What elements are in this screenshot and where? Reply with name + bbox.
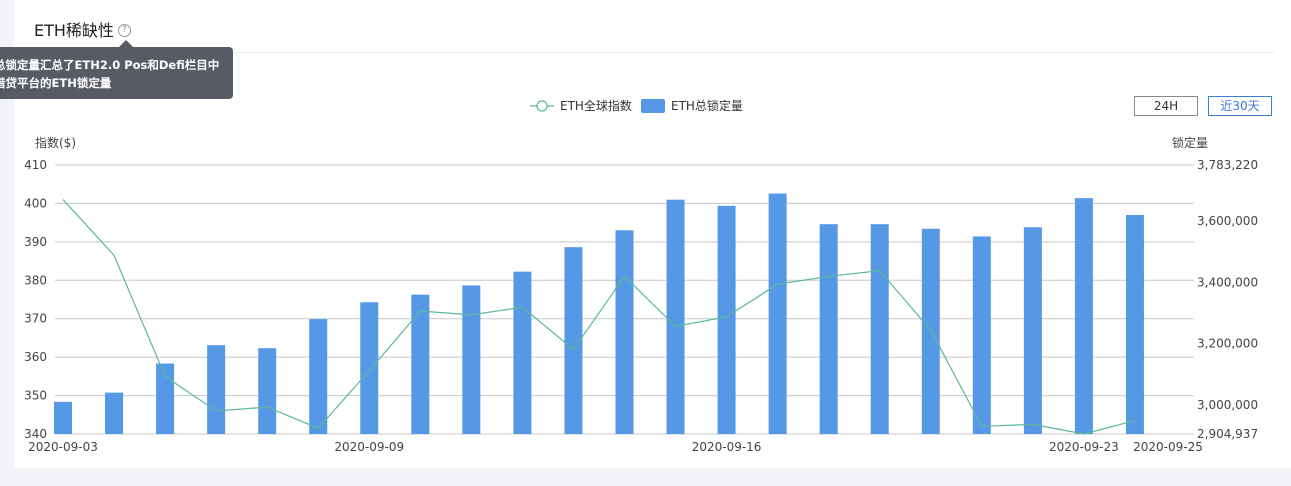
legend-bar-label: ETH总锁定量 — [671, 98, 743, 113]
bar-2020-09-10 — [411, 294, 430, 434]
question-circle-icon[interactable]: ? — [117, 23, 131, 37]
bar-2020-09-11 — [462, 285, 481, 434]
right-axis-tick-label: 3,783,220 — [1197, 158, 1258, 172]
bar-2020-09-12 — [513, 271, 532, 434]
bar-2020-09-07 — [258, 348, 277, 434]
tooltip-line-2: 借贷平台的ETH锁定量 — [0, 76, 112, 90]
index-line — [62, 199, 1136, 435]
bar-2020-09-22 — [1023, 227, 1042, 434]
bar-2020-09-05 — [156, 363, 175, 434]
section-header: ETH稀缺性 ? — [34, 14, 131, 44]
bar-2020-09-09 — [360, 302, 379, 434]
help-tooltip: 总锁定量汇总了ETH2.0 Pos和Defi栏目中 借贷平台的ETH锁定量 — [0, 47, 233, 99]
left-axis-tick-label: 350 — [24, 389, 47, 403]
bar-2020-09-13 — [564, 247, 583, 434]
left-axis-tick-label: 340 — [24, 427, 47, 441]
x-tick-label: 2020-09-23 — [1049, 440, 1119, 454]
left-axis-title: 指数($) — [35, 135, 76, 150]
bar-2020-09-20 — [921, 228, 940, 434]
x-tick-label: 2020-09-25 — [1133, 440, 1203, 454]
x-tick-label: 2020-09-09 — [334, 440, 404, 454]
left-axis-tick-label: 410 — [24, 158, 47, 172]
legend-line-label: ETH全球指数 — [560, 98, 632, 113]
bar-2020-09-16 — [717, 205, 736, 434]
left-axis-tick-label: 400 — [24, 196, 47, 210]
legend-line-marker — [536, 100, 548, 112]
bar-2020-09-24 — [1125, 214, 1144, 434]
x-tick-label: 2020-09-16 — [692, 440, 762, 454]
bar-2020-09-21 — [972, 236, 991, 434]
bar-2020-09-14 — [615, 230, 634, 434]
left-axis-tick-label: 360 — [24, 350, 47, 364]
right-axis-tick-label: 3,400,000 — [1197, 275, 1258, 289]
bar-2020-09-19 — [870, 224, 889, 434]
left-axis-tick-label: 390 — [24, 235, 47, 249]
range-24h-button[interactable]: 24H — [1134, 96, 1198, 116]
bar-2020-09-18 — [819, 224, 838, 434]
bar-2020-09-15 — [666, 199, 685, 434]
bar-2020-09-23 — [1074, 198, 1093, 434]
right-axis-tick-label: 3,200,000 — [1197, 337, 1258, 351]
left-axis-tick-label: 370 — [24, 312, 47, 326]
bar-2020-09-17 — [768, 193, 787, 434]
left-axis-tick-label: 380 — [24, 273, 47, 287]
section-title: ETH稀缺性 — [34, 21, 114, 40]
right-axis-tick-label: 3,600,000 — [1197, 214, 1258, 228]
tooltip-arrow — [119, 40, 133, 47]
right-axis-title: 锁定量 — [1172, 135, 1208, 150]
range-30d-button[interactable]: 近30天 — [1208, 96, 1272, 116]
bar-2020-09-08 — [309, 319, 328, 434]
tooltip-line-1: 总锁定量汇总了ETH2.0 Pos和Defi栏目中 — [0, 58, 220, 72]
bar-2020-09-06 — [207, 345, 226, 434]
x-tick-label: 2020-09-03 — [28, 440, 98, 454]
right-axis-tick-label: 3,000,000 — [1197, 398, 1258, 412]
bar-2020-09-04 — [105, 392, 124, 434]
legend-bar-swatch — [641, 99, 665, 113]
bar-2020-09-03 — [54, 401, 72, 434]
right-axis-tick-label: 2,904,937 — [1197, 427, 1258, 441]
